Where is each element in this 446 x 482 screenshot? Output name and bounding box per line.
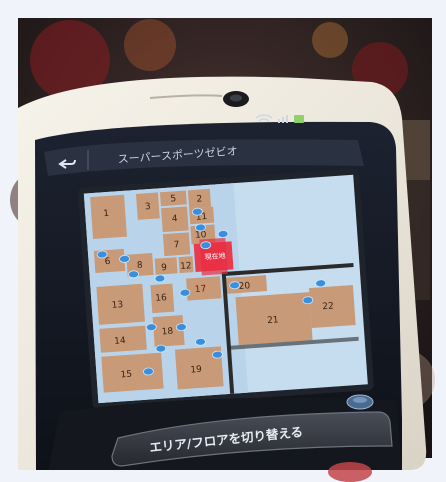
map-pin-icon[interactable] [176, 323, 187, 332]
room-label: 3 [145, 202, 151, 212]
map-pin-icon[interactable] [302, 296, 314, 305]
map-pin-icon[interactable] [179, 288, 191, 297]
room-label: 16 [155, 293, 167, 304]
room-label: 1 [103, 209, 109, 219]
map-pin-icon[interactable] [195, 337, 206, 346]
room-label: 22 [322, 301, 334, 312]
room-label: 17 [194, 284, 206, 295]
room-label: 10 [195, 230, 207, 241]
map-pin-icon[interactable] [119, 255, 130, 263]
room-label: 6 [104, 257, 111, 267]
battery-icon [294, 115, 304, 123]
room-label: 13 [111, 300, 123, 311]
toggle-oval-icon[interactable] [346, 394, 374, 410]
room-label: 5 [170, 194, 176, 204]
room-label: 15 [120, 370, 132, 381]
map-pin-icon[interactable] [154, 274, 166, 283]
map-pin-icon[interactable] [155, 344, 167, 353]
map-pin-icon[interactable] [128, 270, 139, 279]
hardware-button[interactable] [328, 462, 372, 482]
map-pin-icon[interactable] [143, 367, 154, 376]
room-label: 8 [137, 261, 144, 271]
room-label: 19 [190, 365, 202, 376]
map-pin-icon[interactable] [229, 281, 241, 290]
room-label: 18 [161, 327, 173, 338]
room-15[interactable] [101, 352, 164, 393]
floor-map: 現在地 1 2 3 4 5 6 7 8 9 10 11 12 13 14 15 … [77, 168, 374, 410]
room-label: 9 [161, 263, 168, 273]
map-pin-icon[interactable] [315, 279, 327, 288]
map-pin-icon[interactable] [145, 323, 157, 332]
map-pin-icon[interactable] [200, 241, 212, 250]
room-label: 20 [238, 281, 250, 292]
room-label: 12 [180, 261, 192, 272]
room-label: 14 [114, 336, 126, 347]
map-pin-icon[interactable] [212, 350, 223, 359]
room-label: 7 [173, 240, 179, 250]
room-label: 2 [196, 194, 202, 204]
room-label: 4 [172, 214, 179, 224]
room-label: 21 [267, 315, 279, 326]
map-pin-icon[interactable] [96, 250, 108, 259]
photo-scene: スーパースポーツゼビオ 現在地 1 2 3 4 5 6 7 8 9 10 11 … [0, 0, 446, 482]
map-pin-icon[interactable] [195, 223, 206, 232]
current-location-label: 現在地 [204, 251, 226, 261]
map-pin-icon[interactable] [217, 230, 229, 238]
map-pin-icon[interactable] [191, 207, 203, 216]
